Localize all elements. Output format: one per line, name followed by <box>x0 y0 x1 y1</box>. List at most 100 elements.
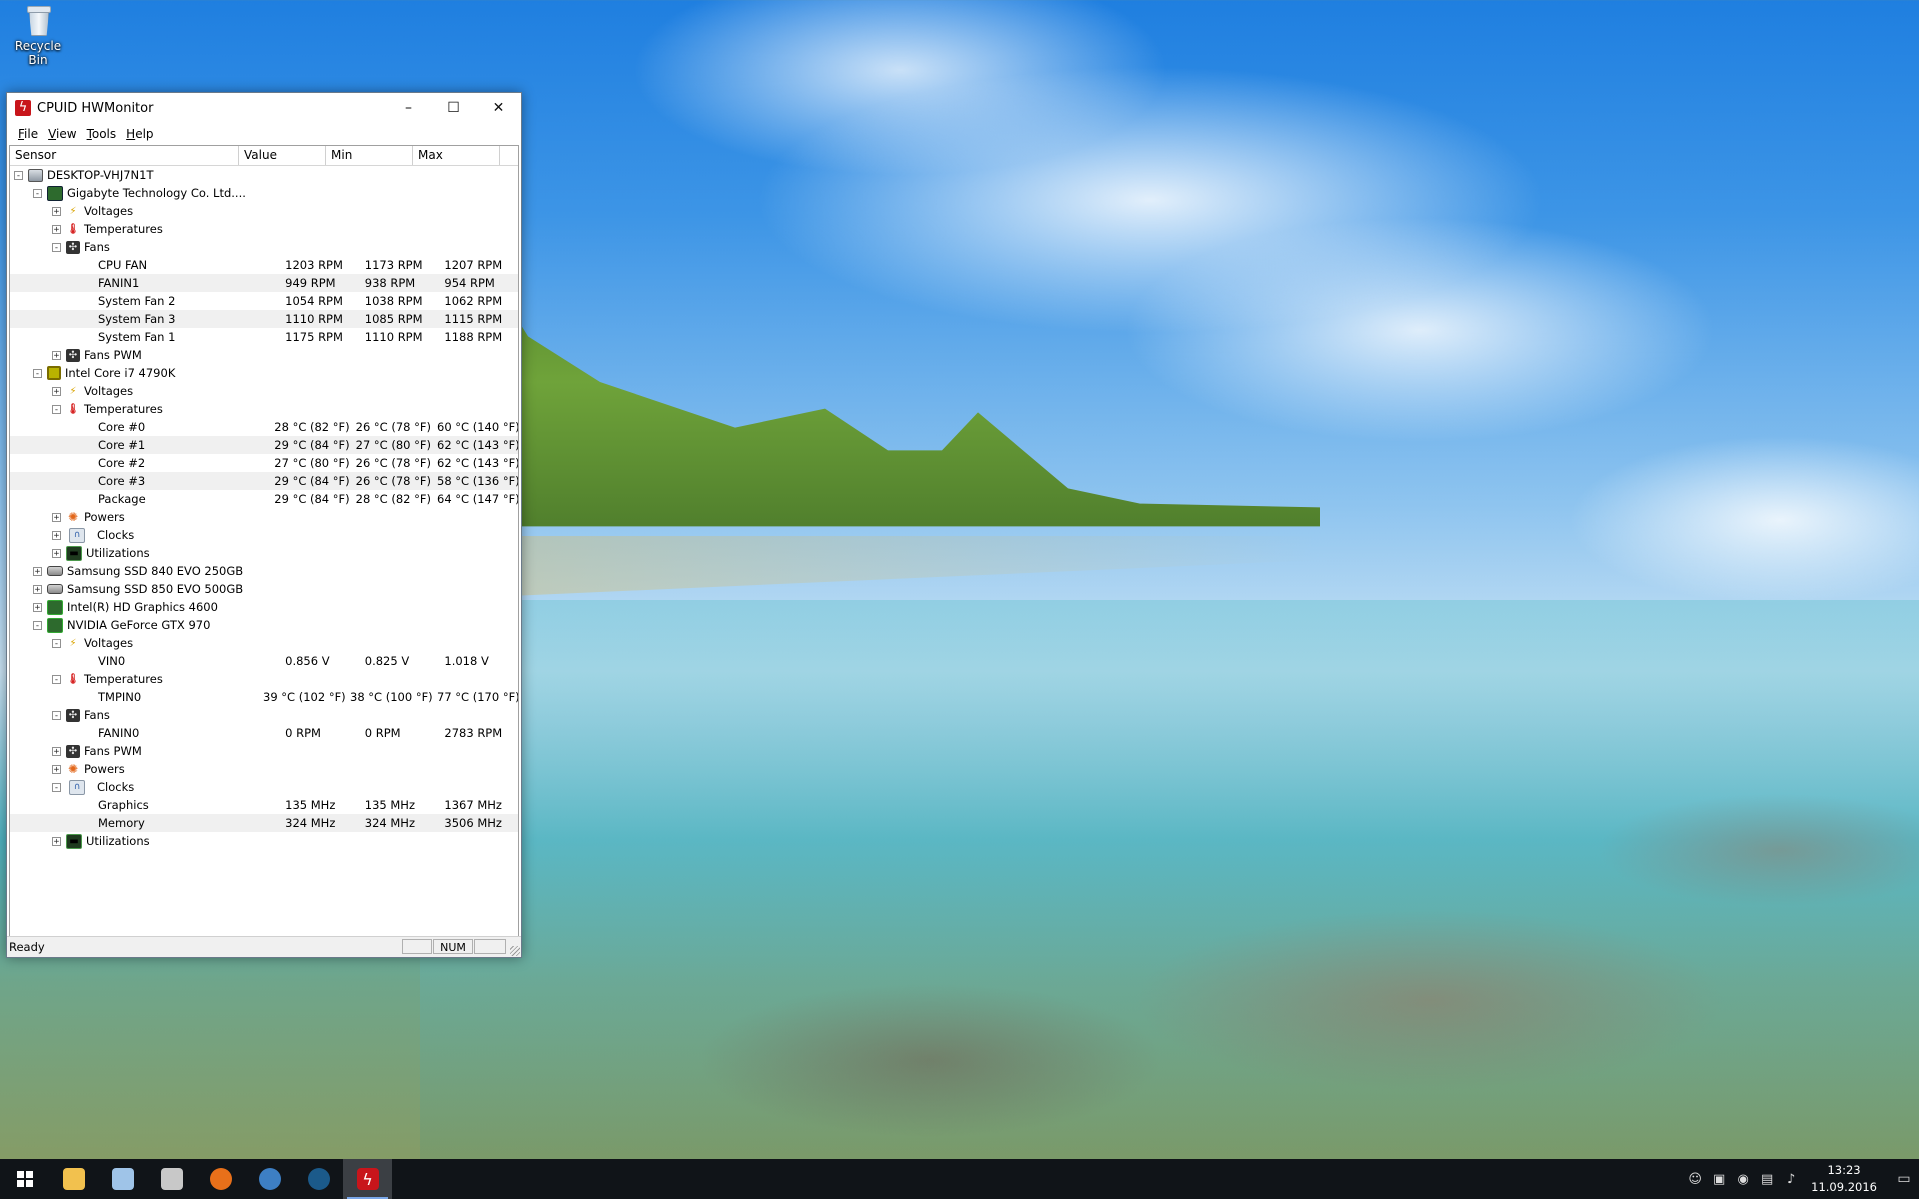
menu-help[interactable]: Help <box>121 127 158 141</box>
collapse-icon[interactable]: - <box>14 170 23 180</box>
collapse-icon[interactable]: - <box>52 674 61 684</box>
title-bar[interactable]: ϟ CPUID HWMonitor – ☐ ✕ <box>7 93 521 123</box>
tree-node-row[interactable]: - DESKTOP-VHJ7N1T <box>10 166 518 184</box>
expand-icon[interactable]: + <box>33 584 42 594</box>
sensor-min-cell <box>346 364 432 382</box>
action-center-icon[interactable]: ▭ <box>1889 1159 1919 1199</box>
tree-node-row[interactable]: + ✣ Fans PWM <box>10 742 518 760</box>
expand-icon[interactable]: + <box>52 512 61 522</box>
tree-node-row[interactable]: + ✣ Fans PWM <box>10 346 518 364</box>
sensor-row[interactable]: Core #3 29 °C (84 °F) 26 °C (78 °F) 58 °C (… <box>10 472 518 490</box>
chrome-tray-icon[interactable]: ◉ <box>1735 1171 1751 1187</box>
sensor-row[interactable]: Core #0 28 °C (82 °F) 26 °C (78 °F) 60 °C (… <box>10 418 518 436</box>
tree-node-row[interactable]: + ▬ Utilizations <box>10 544 518 562</box>
menu-view[interactable]: View <box>43 127 81 141</box>
expand-icon[interactable]: + <box>52 530 61 540</box>
tree-node-row[interactable]: + ⚡ Voltages <box>10 202 518 220</box>
collapse-icon[interactable]: - <box>52 782 61 792</box>
minimize-button[interactable]: – <box>386 93 431 123</box>
sensor-row[interactable]: Core #1 29 °C (84 °F) 27 °C (80 °F) 62 °C (… <box>10 436 518 454</box>
sensor-row[interactable]: VIN0 0.856 V 0.825 V 1.018 V <box>10 652 518 670</box>
menu-file[interactable]: File <box>13 127 43 141</box>
fan-icon: ✣ <box>66 744 80 758</box>
taskbar-firefox[interactable] <box>196 1159 245 1199</box>
tree-node-row[interactable]: - Intel Core i7 4790K <box>10 364 518 382</box>
tree-node-row[interactable]: + ✺ Powers <box>10 508 518 526</box>
expand-icon[interactable]: + <box>52 764 61 774</box>
tree-node-row[interactable]: + 🌡 Temperatures <box>10 220 518 238</box>
taskbar-settings-tool[interactable] <box>147 1159 196 1199</box>
tree-node-row[interactable]: - 🌡 Temperatures <box>10 400 518 418</box>
collapse-icon[interactable]: - <box>52 242 61 252</box>
sensor-row[interactable]: Core #2 27 °C (80 °F) 26 °C (78 °F) 62 °C (… <box>10 454 518 472</box>
sensor-max-cell <box>432 580 518 598</box>
menu-tools[interactable]: Tools <box>82 127 122 141</box>
collapse-icon[interactable]: - <box>33 368 42 378</box>
sensor-row[interactable]: Package 29 °C (84 °F) 28 °C (82 °F) 64 °C (… <box>10 490 518 508</box>
expand-icon[interactable]: + <box>52 206 61 216</box>
sensor-tree-table[interactable]: Sensor Value Min Max - DESKTOP-VHJ7N1T - Gi… <box>9 145 519 937</box>
collapse-icon[interactable]: - <box>33 620 42 630</box>
taskbar-start[interactable] <box>0 1159 49 1199</box>
expand-icon[interactable]: + <box>33 602 42 612</box>
tree-node-row[interactable]: - ✣ Fans <box>10 706 518 724</box>
sensor-value-cell <box>260 616 346 634</box>
sensor-value-cell: 39 °C (102 °F) <box>263 690 346 704</box>
expand-icon[interactable]: + <box>52 386 61 396</box>
taskbar-file-explorer[interactable] <box>49 1159 98 1199</box>
hwmonitor-window[interactable]: ϟ CPUID HWMonitor – ☐ ✕ File View Tools … <box>6 92 522 958</box>
tree-node-row[interactable]: + ∩ Clocks <box>10 526 518 544</box>
tree-node-row[interactable]: + Intel(R) HD Graphics 4600 <box>10 598 518 616</box>
taskbar-steam[interactable] <box>294 1159 343 1199</box>
collapse-icon[interactable]: - <box>52 638 61 648</box>
sensor-row[interactable]: FANIN0 0 RPM 0 RPM 2783 RPM <box>10 724 518 742</box>
network-icon[interactable]: ▤ <box>1759 1171 1775 1187</box>
tree-node-row[interactable]: - ⚡ Voltages <box>10 634 518 652</box>
expand-icon[interactable]: + <box>52 350 61 360</box>
expand-icon[interactable]: + <box>52 548 61 558</box>
expand-icon[interactable]: + <box>52 746 61 756</box>
collapse-icon[interactable]: - <box>33 188 42 198</box>
column-header-max[interactable]: Max <box>413 146 500 165</box>
desktop-icon-recycle-bin[interactable]: Recycle Bin <box>4 6 72 67</box>
tree-node-row[interactable]: - Gigabyte Technology Co. Ltd.... <box>10 184 518 202</box>
taskbar-hwmonitor[interactable]: ϟ <box>343 1159 392 1199</box>
sensor-row[interactable]: CPU FAN 1203 RPM 1173 RPM 1207 RPM <box>10 256 518 274</box>
collapse-icon[interactable]: - <box>52 710 61 720</box>
people-icon[interactable]: ☺ <box>1687 1171 1703 1187</box>
tree-node-row[interactable]: + ⚡ Voltages <box>10 382 518 400</box>
tree-node-row[interactable]: + Samsung SSD 850 EVO 500GB <box>10 580 518 598</box>
tree-node-row[interactable]: + Samsung SSD 840 EVO 250GB <box>10 562 518 580</box>
sensor-row[interactable]: Memory 324 MHz 324 MHz 3506 MHz <box>10 814 518 832</box>
sensor-row[interactable]: System Fan 2 1054 RPM 1038 RPM 1062 RPM <box>10 292 518 310</box>
sensor-row[interactable]: FANIN1 949 RPM 938 RPM 954 RPM <box>10 274 518 292</box>
expand-icon[interactable]: + <box>33 566 42 576</box>
tree-node-row[interactable]: + ▬ Utilizations <box>10 832 518 850</box>
sensor-min-cell <box>330 166 417 184</box>
tree-node-row[interactable]: - NVIDIA GeForce GTX 970 <box>10 616 518 634</box>
column-header-min[interactable]: Min <box>326 146 413 165</box>
tree-node-row[interactable]: - ∩ Clocks <box>10 778 518 796</box>
expand-icon[interactable]: + <box>52 836 61 846</box>
sensor-row[interactable]: System Fan 3 1110 RPM 1085 RPM 1115 RPM <box>10 310 518 328</box>
tree-node-row[interactable]: + ✺ Powers <box>10 760 518 778</box>
resize-grip[interactable] <box>510 946 520 956</box>
column-header-sensor[interactable]: Sensor <box>10 146 239 165</box>
tree-node-row[interactable]: - 🌡 Temperatures <box>10 670 518 688</box>
collapse-icon[interactable]: - <box>52 404 61 414</box>
maximize-button[interactable]: ☐ <box>431 93 476 123</box>
sensor-row[interactable]: Graphics 135 MHz 135 MHz 1367 MHz <box>10 796 518 814</box>
taskbar-thunderbird[interactable] <box>245 1159 294 1199</box>
volume-icon[interactable]: ♪ <box>1783 1171 1799 1187</box>
tree-node-row[interactable]: - ✣ Fans <box>10 238 518 256</box>
sensor-value-cell <box>269 238 352 256</box>
taskbar-notepad[interactable] <box>98 1159 147 1199</box>
sensor-row[interactable]: TMPIN0 39 °C (102 °F) 38 °C (100 °F) 77 °C … <box>10 688 518 706</box>
nvidia-tray-icon[interactable]: ▣ <box>1711 1171 1727 1187</box>
column-header-value[interactable]: Value <box>239 146 326 165</box>
close-button[interactable]: ✕ <box>476 93 521 123</box>
taskbar-clock[interactable]: 13:23 11.09.2016 <box>1811 1162 1877 1196</box>
sensor-max-cell <box>435 238 518 256</box>
expand-icon[interactable]: + <box>52 224 61 234</box>
sensor-row[interactable]: System Fan 1 1175 RPM 1110 RPM 1188 RPM <box>10 328 518 346</box>
